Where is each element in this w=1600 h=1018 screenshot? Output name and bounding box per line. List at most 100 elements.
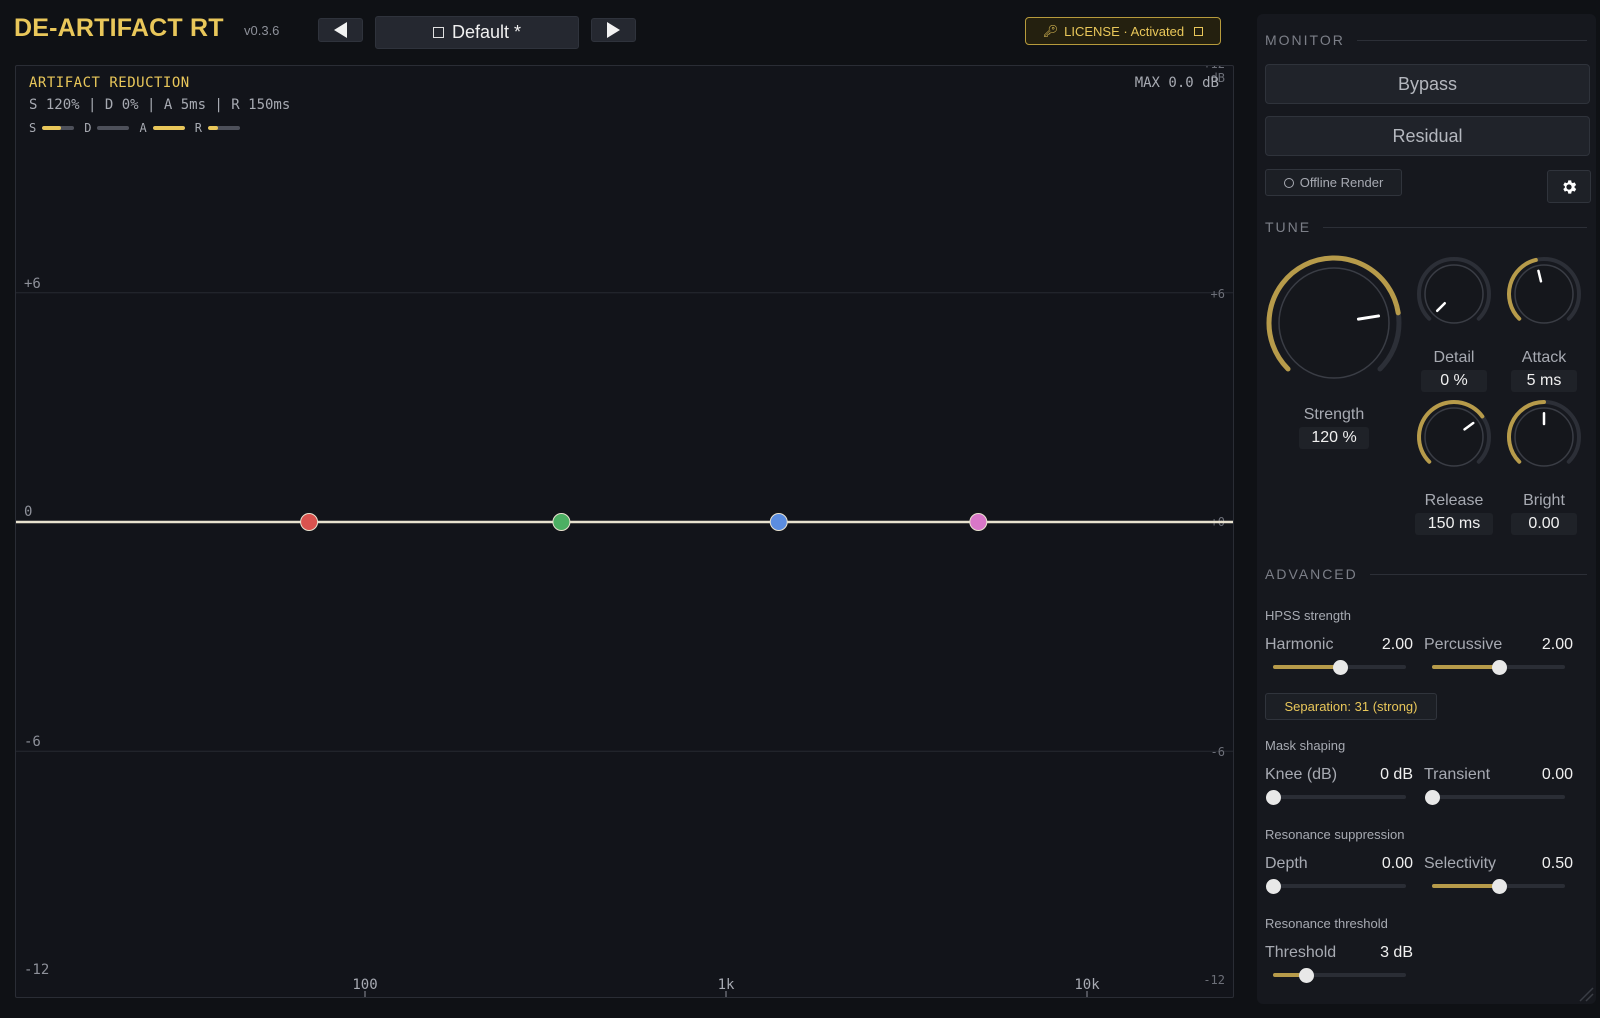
x-axis-label: 1k bbox=[718, 977, 735, 993]
knee-label: Knee (dB) bbox=[1265, 766, 1338, 783]
band-2-node[interactable] bbox=[552, 513, 571, 531]
max-level-readout: MAX 0.0 dB bbox=[1134, 75, 1219, 91]
depth-slider[interactable] bbox=[1266, 879, 1406, 894]
eq-graph-canvas[interactable]: +60-6-12+12dB+6+0-6-121001k10k bbox=[16, 66, 1234, 998]
knob-body bbox=[1424, 264, 1484, 324]
slider-track[interactable] bbox=[1273, 884, 1406, 888]
advanced-section-title: ADVANCED bbox=[1265, 566, 1587, 582]
selectivity-slider[interactable] bbox=[1432, 879, 1565, 894]
threshold-label: Threshold bbox=[1265, 944, 1337, 961]
knob-body bbox=[1424, 407, 1484, 467]
slider-thumb[interactable] bbox=[1425, 790, 1440, 805]
mask-shaping-label: Mask shaping bbox=[1265, 738, 1346, 753]
slider-thumb[interactable] bbox=[1491, 660, 1507, 675]
y-axis-label-left: -12 bbox=[24, 962, 49, 978]
version-label: v0.3.6 bbox=[244, 23, 280, 38]
percussive-slider[interactable] bbox=[1432, 660, 1565, 675]
slider-fill bbox=[1432, 665, 1499, 669]
next-preset-button[interactable] bbox=[591, 18, 636, 42]
mini-meter-label: S bbox=[29, 121, 37, 135]
band-1-node[interactable] bbox=[300, 513, 319, 531]
residual-button[interactable]: Residual bbox=[1265, 116, 1590, 156]
percussive-label: Percussive bbox=[1424, 636, 1503, 653]
percussive-value: 2.00 bbox=[1541, 636, 1573, 653]
gear-icon bbox=[1563, 179, 1577, 194]
preset-square-icon bbox=[432, 27, 444, 38]
bright-knob[interactable] bbox=[1506, 399, 1582, 475]
y-axis-label-right: -12 bbox=[1203, 973, 1225, 987]
slider-thumb[interactable] bbox=[1299, 968, 1315, 983]
preset-selector[interactable]: Default * bbox=[375, 16, 579, 49]
transient-slider[interactable] bbox=[1425, 790, 1565, 805]
mini-meter-track bbox=[97, 126, 130, 130]
harmonic-slider[interactable] bbox=[1273, 660, 1406, 675]
mini-meter-r: R bbox=[195, 121, 240, 135]
detail-knob[interactable] bbox=[1416, 256, 1492, 332]
y-axis-label-left: +6 bbox=[24, 276, 41, 292]
y-axis-label-right: -6 bbox=[1211, 745, 1225, 759]
bright-value[interactable]: 0.00 bbox=[1511, 513, 1577, 535]
release-value[interactable]: 150 ms bbox=[1415, 513, 1493, 535]
attack-knob[interactable] bbox=[1506, 256, 1582, 332]
harmonic-label: Harmonic bbox=[1265, 636, 1334, 653]
attack-value[interactable]: 5 ms bbox=[1511, 370, 1577, 392]
band-3-node[interactable] bbox=[769, 513, 788, 531]
release-label: Release bbox=[1424, 492, 1484, 509]
slider-thumb[interactable] bbox=[1332, 660, 1348, 675]
bypass-button[interactable]: Bypass bbox=[1265, 64, 1590, 104]
x-axis-label: 100 bbox=[352, 977, 377, 993]
slider-thumb[interactable] bbox=[1266, 790, 1281, 805]
detail-value[interactable]: 0 % bbox=[1421, 370, 1487, 392]
knob-body bbox=[1278, 267, 1390, 379]
knee-value: 0 dB bbox=[1380, 766, 1413, 783]
monitor-section-title: MONITOR bbox=[1265, 32, 1587, 48]
eq-graph[interactable]: +60-6-12+12dB+6+0-6-121001k10k ARTIFACT … bbox=[15, 65, 1234, 998]
depth-value: 0.00 bbox=[1381, 855, 1413, 872]
key-icon: 🔑︎ bbox=[1042, 24, 1059, 38]
band-4-node[interactable] bbox=[969, 513, 988, 531]
mini-meters: S DA R bbox=[29, 121, 240, 135]
offline-render-toggle[interactable]: Offline Render bbox=[1265, 169, 1402, 196]
slider-thumb[interactable] bbox=[1491, 879, 1507, 894]
license-button[interactable]: 🔑︎ LICENSE · Activated bbox=[1025, 17, 1221, 45]
resize-grip-icon[interactable] bbox=[1576, 984, 1594, 1002]
arrow-left-icon bbox=[334, 22, 347, 38]
license-label: LICENSE · Activated bbox=[1064, 23, 1185, 39]
knob-body bbox=[1514, 264, 1574, 324]
mini-meter-s: S bbox=[29, 121, 75, 135]
detail-label: Detail bbox=[1433, 349, 1475, 366]
threshold-value: 3 dB bbox=[1380, 944, 1413, 961]
mini-meter-label: A bbox=[139, 121, 147, 135]
separation-badge: Separation: 31 (strong) bbox=[1265, 693, 1437, 720]
y-axis-label-left: 0 bbox=[24, 504, 32, 520]
slider-track[interactable] bbox=[1432, 795, 1565, 799]
slider-thumb[interactable] bbox=[1266, 879, 1281, 894]
y-axis-label-left: -6 bbox=[24, 734, 41, 750]
mini-meter-track bbox=[207, 126, 240, 130]
mini-meter-label: R bbox=[194, 121, 202, 135]
strength-label: Strength bbox=[1303, 406, 1365, 423]
harmonic-value: 2.00 bbox=[1381, 636, 1413, 653]
strength-value[interactable]: 120 % bbox=[1299, 427, 1369, 449]
strength-knob[interactable] bbox=[1265, 254, 1403, 392]
selectivity-label: Selectivity bbox=[1424, 855, 1497, 872]
mini-meter-d: D bbox=[84, 121, 130, 135]
mini-meter-fill bbox=[42, 126, 62, 130]
release-knob[interactable] bbox=[1416, 399, 1492, 475]
transient-label: Transient bbox=[1424, 766, 1491, 783]
mini-meter-track bbox=[42, 126, 75, 130]
attack-label: Attack bbox=[1521, 349, 1567, 366]
graph-title: ARTIFACT REDUCTION bbox=[29, 75, 190, 91]
graph-params-readout: S 120% | D 0% | A 5ms | R 150ms bbox=[29, 97, 291, 113]
slider-fill bbox=[1273, 665, 1340, 669]
threshold-slider[interactable] bbox=[1273, 968, 1406, 983]
previous-preset-button[interactable] bbox=[318, 18, 363, 42]
y-axis-label-right: +6 bbox=[1211, 287, 1225, 301]
settings-button[interactable] bbox=[1547, 170, 1591, 203]
bright-label: Bright bbox=[1523, 492, 1565, 509]
knee-slider[interactable] bbox=[1266, 790, 1406, 805]
hpss-strength-label: HPSS strength bbox=[1265, 608, 1351, 623]
tune-section-title: TUNE bbox=[1265, 219, 1587, 235]
mini-meter-track bbox=[152, 126, 185, 130]
slider-track[interactable] bbox=[1273, 795, 1406, 799]
